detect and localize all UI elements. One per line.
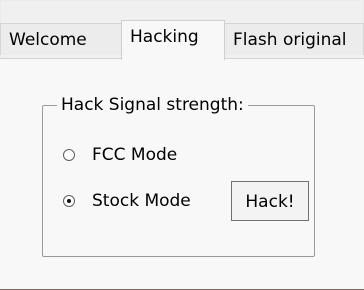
- tab-strip: Welcome Hacking Flash original: [0, 20, 364, 60]
- tab-flash-original-label: Flash original: [233, 30, 347, 50]
- tab-hacking-label: Hacking: [130, 27, 199, 47]
- stock-mode-option[interactable]: Stock Mode: [63, 186, 191, 216]
- hack-signal-strength-group: Hack Signal strength: FCC Mode Stock Mod…: [42, 94, 315, 257]
- group-title: Hack Signal strength:: [57, 94, 248, 116]
- tab-hacking[interactable]: Hacking: [121, 20, 225, 60]
- fcc-mode-radio[interactable]: [63, 149, 75, 161]
- tab-flash-original[interactable]: Flash original: [224, 23, 364, 55]
- tab-welcome[interactable]: Welcome: [0, 23, 122, 55]
- tab-welcome-label: Welcome: [9, 30, 87, 50]
- stock-mode-label: Stock Mode: [92, 191, 191, 211]
- application-window: Welcome Hacking Flash original Hack Sign…: [0, 0, 364, 289]
- hacking-tab-panel: Hack Signal strength: FCC Mode Stock Mod…: [0, 58, 364, 289]
- fcc-mode-option[interactable]: FCC Mode: [63, 140, 177, 170]
- fcc-mode-label: FCC Mode: [92, 145, 178, 165]
- stock-mode-radio[interactable]: [63, 195, 75, 207]
- hack-button[interactable]: Hack!: [231, 181, 309, 221]
